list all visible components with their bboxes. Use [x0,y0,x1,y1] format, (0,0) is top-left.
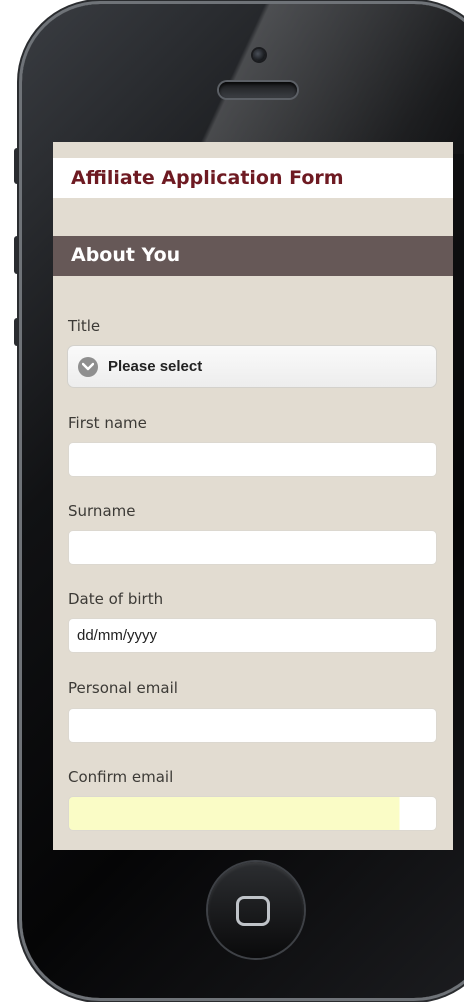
personal-email-input[interactable] [68,708,437,743]
earpiece-speaker [219,82,297,98]
phone-screen: Affiliate Application Form About You Tit… [53,142,453,850]
phone-mockup: Affiliate Application Form About You Tit… [0,0,464,1002]
page-title: Affiliate Application Form [71,167,344,189]
form-title-bar: Affiliate Application Form [53,158,453,198]
section-title: About You [71,244,181,266]
confirm-email-label: Confirm email [68,768,174,786]
chevron-down-circle-icon [78,357,98,377]
date-of-birth-label: Date of birth [68,590,164,608]
surname-label: Surname [68,502,136,520]
date-of-birth-input[interactable] [68,618,437,653]
section-header: About You [53,236,453,276]
surname-input[interactable] [68,530,437,565]
title-select[interactable]: Please select [67,345,437,388]
personal-email-label: Personal email [68,679,178,697]
title-select-value: Please select [108,358,203,375]
home-button-icon [236,896,270,926]
title-label: Title [68,317,101,335]
front-camera-icon [253,49,265,61]
confirm-email-input[interactable] [68,796,437,831]
first-name-input[interactable] [68,442,437,477]
first-name-label: First name [68,414,147,432]
